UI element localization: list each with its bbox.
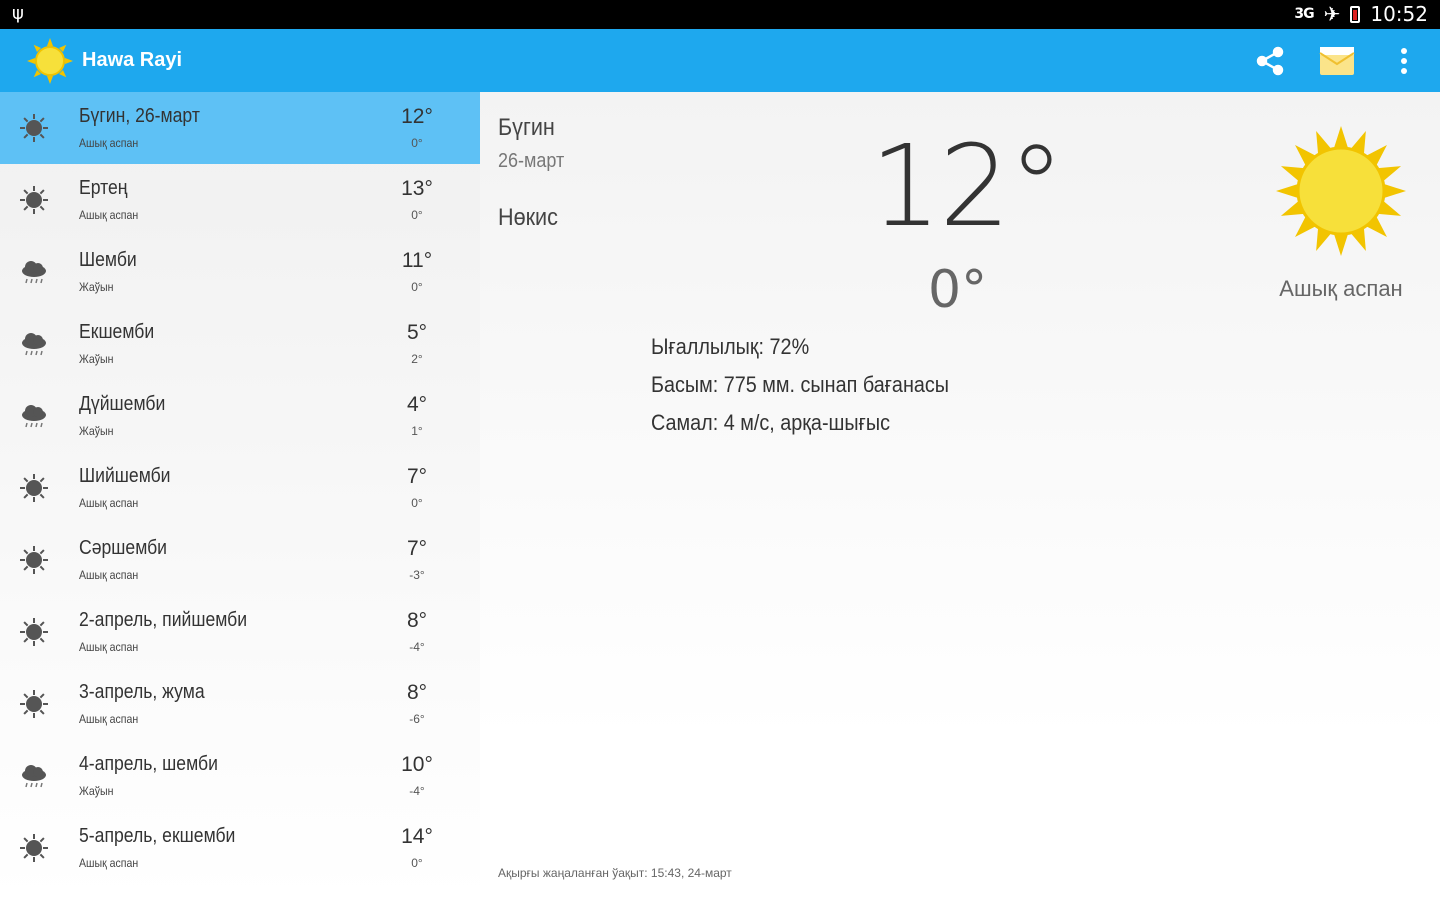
forecast-low: -4°: [409, 784, 425, 798]
forecast-row[interactable]: Дүйшемби Жаўын 4° 1°: [0, 380, 480, 452]
sun-icon: [18, 112, 50, 144]
app-logo-sun-icon: [27, 38, 73, 84]
rain-icon: [18, 256, 50, 288]
forecast-day: Дүйшемби: [79, 393, 166, 415]
airplane-icon: ✈: [1323, 2, 1341, 26]
forecast-high: 4°: [406, 393, 428, 416]
forecast-day: Бүгин, 26-март: [79, 105, 200, 127]
sun-icon: [1276, 126, 1406, 256]
forecast-condition: Ашық аспан: [79, 640, 139, 654]
forecast-row[interactable]: Екшемби Жаўын 5° 2°: [0, 308, 480, 380]
battery-icon: [1350, 5, 1361, 23]
sun-icon: [18, 184, 50, 216]
forecast-row[interactable]: Шемби Жаўын 11° 0°: [0, 236, 480, 308]
forecast-row[interactable]: Ертең Ашық аспан 13° 0°: [0, 164, 480, 236]
forecast-condition: Ашық аспан: [79, 496, 139, 510]
status-time: 10:52: [1370, 2, 1428, 26]
sun-icon: [18, 616, 50, 648]
detail-panel: Бүгин 26-март Нөкис 12° 0° Ашық аспан Ығ…: [480, 92, 1440, 900]
overflow-menu-icon[interactable]: [1390, 43, 1418, 79]
forecast-condition: Ашық аспан: [79, 712, 139, 726]
forecast-row[interactable]: 3-апрель, жума Ашық аспан 8° -6°: [0, 668, 480, 740]
forecast-low: 0°: [411, 856, 423, 870]
forecast-high: 8°: [406, 681, 428, 704]
forecast-low: -4°: [409, 640, 425, 654]
humidity-text: Ығаллылық: 72%: [651, 334, 810, 359]
forecast-day: 5-апрель, екшемби: [79, 825, 236, 847]
forecast-day: Екшемби: [79, 321, 155, 343]
forecast-low: 0°: [411, 280, 423, 294]
forecast-high: 7°: [406, 465, 428, 488]
high-temperature: 12°: [870, 122, 1065, 252]
forecast-condition: Жаўын: [79, 352, 114, 366]
forecast-condition: Жаўын: [79, 784, 114, 798]
sun-icon: [18, 472, 50, 504]
forecast-high: 14°: [401, 825, 433, 848]
forecast-condition: Жаўын: [79, 424, 114, 438]
forecast-high: 12°: [401, 105, 433, 128]
forecast-row[interactable]: Бүгин, 26-март Ашық аспан 12° 0°: [0, 92, 480, 164]
sun-icon: [18, 544, 50, 576]
network-indicator: 3G: [1294, 6, 1314, 22]
forecast-list: Бүгин, 26-март Ашық аспан 12° 0° Ертең Ашық а…: [0, 92, 480, 900]
forecast-day: 3-апрель, жума: [79, 681, 205, 703]
rain-icon: [18, 760, 50, 792]
forecast-day: Шийшемби: [79, 465, 171, 487]
forecast-low: 0°: [411, 208, 423, 222]
forecast-condition: Жаўын: [79, 280, 114, 294]
forecast-low: 1°: [411, 424, 423, 438]
rain-icon: [18, 328, 50, 360]
low-temperature: 0°: [928, 260, 988, 320]
forecast-condition: Ашық аспан: [79, 856, 139, 870]
app-title: Hawa Rayi: [82, 49, 183, 71]
forecast-row[interactable]: 4-апрель, шемби Жаўын 10° -4°: [0, 740, 480, 812]
forecast-day: Ертең: [79, 177, 128, 199]
action-bar: Hawa Rayi: [0, 29, 1440, 92]
forecast-condition: Ашық аспан: [79, 208, 139, 222]
forecast-day: Шемби: [79, 249, 137, 271]
forecast-low: -6°: [409, 712, 425, 726]
status-bar: ψ 3G ✈ 10:52: [0, 0, 1440, 29]
forecast-row[interactable]: 5-апрель, екшемби Ашық аспан 14° 0°: [0, 812, 480, 884]
forecast-day: 2-апрель, пийшемби: [79, 609, 248, 631]
detail-date: 26-март: [498, 150, 565, 172]
forecast-high: 10°: [401, 753, 433, 776]
mail-icon[interactable]: [1318, 43, 1356, 79]
city-name: Нөкис: [498, 204, 558, 231]
forecast-low: -3°: [409, 568, 425, 582]
forecast-high: 8°: [406, 609, 428, 632]
forecast-low: 0°: [411, 496, 423, 510]
condition-label: Ашық аспан: [1279, 276, 1403, 301]
rain-icon: [18, 400, 50, 432]
forecast-condition: Ашық аспан: [79, 568, 139, 582]
forecast-row[interactable]: 2-апрель, пийшемби Ашық аспан 8° -4°: [0, 596, 480, 668]
forecast-condition: Ашық аспан: [79, 136, 139, 150]
forecast-low: 0°: [411, 136, 423, 150]
share-icon[interactable]: [1252, 43, 1290, 79]
forecast-low: 2°: [411, 352, 423, 366]
forecast-high: 13°: [401, 177, 433, 200]
usb-icon: ψ: [12, 3, 24, 24]
detail-day-label: Бүгин: [498, 114, 555, 141]
forecast-high: 5°: [406, 321, 428, 344]
forecast-row[interactable]: Сәршемби Ашық аспан 7° -3°: [0, 524, 480, 596]
forecast-high: 11°: [401, 249, 433, 272]
pressure-text: Басым: 775 мм. сынап бағанасы: [651, 372, 950, 397]
status-icons: 3G ✈ 10:52: [1294, 2, 1428, 26]
forecast-high: 7°: [406, 537, 428, 560]
last-updated-text: Ақырғы жаңаланған ўақыт: 15:43, 24-март: [498, 866, 732, 880]
forecast-day: Сәршемби: [79, 537, 168, 559]
wind-text: Самал: 4 м/с, арқа-шығыс: [651, 410, 891, 435]
sun-icon: [18, 832, 50, 864]
sun-icon: [18, 688, 50, 720]
forecast-day: 4-апрель, шемби: [79, 753, 218, 775]
forecast-row[interactable]: Шийшемби Ашық аспан 7° 0°: [0, 452, 480, 524]
